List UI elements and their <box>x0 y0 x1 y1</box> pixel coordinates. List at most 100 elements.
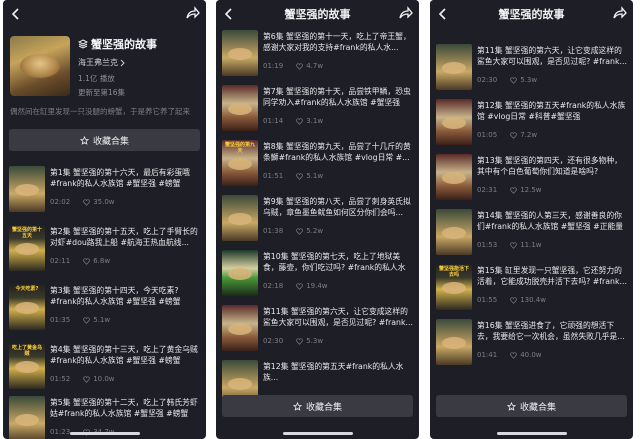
episode-title: 第14集 蟹坚强的人第三天，感谢善良的你们#frank的私人水族馆 #蟹坚强 #… <box>477 211 624 231</box>
author-link[interactable]: 海王弗兰克 <box>78 57 202 68</box>
share-icon[interactable] <box>184 6 200 22</box>
episode-duration: 01:14 <box>263 117 284 125</box>
episode-duration: 02:30 <box>477 76 498 84</box>
star-icon <box>292 401 302 411</box>
episode-meta: 01:14 3.1w <box>263 117 323 125</box>
episode-thumbnail <box>222 30 258 76</box>
episode-thumbnail <box>222 250 258 296</box>
home-indicator <box>69 432 140 435</box>
episode-likes: 40.0w <box>520 351 542 359</box>
episode-title: 第12集 蟹坚强的第五天#frank的私人水族馆 #vlog日常 #科普#蟹坚强 <box>477 101 626 121</box>
episode-item[interactable]: 第11集 蟹坚强的第六天，让它变成这样的鲨鱼大家可以围观，是否见过呢? #fra… <box>216 305 419 358</box>
episode-item[interactable]: 第11集 蟹坚强的第六天，让它变成这样的鲨鱼大家可以围观，是否见过呢? #fra… <box>430 44 633 97</box>
heart-icon <box>510 296 517 304</box>
episode-item[interactable]: 第14集 蟹坚强的人第三天，感谢善良的你们#frank的私人水族馆 #蟹坚强 #… <box>430 209 633 262</box>
episode-duration: 01:55 <box>477 296 498 304</box>
episode-title: 第13集 蟹坚强的第四天，还有很多物种，其中有个白色葡萄你们知道是啥吗? #fr… <box>477 156 622 176</box>
episode-likes: 19.4w <box>306 282 328 290</box>
episode-likes: 10.0w <box>93 375 115 383</box>
screen-episode-list-2: 蟹坚强的故事 第6集 蟹坚强的第十一天，吃上了帝王蟹，感谢大家对我的支持#fra… <box>216 0 419 439</box>
episode-item[interactable]: 第6集 蟹坚强的第十一天，吃上了帝王蟹，感谢大家对我的支持#frank的私人水.… <box>216 30 419 83</box>
back-arrow-icon[interactable] <box>9 7 23 21</box>
back-arrow-icon[interactable] <box>436 7 450 21</box>
episode-meta: 01:53 11.1w <box>477 241 542 249</box>
episode-title: 第3集 蟹坚强的第十四天，今天吃素?#frank的私人水族馆 #蟹坚强 #螃蟹 <box>50 286 181 306</box>
episode-title: 第8集 蟹坚强的第九天，品尝了十几斤的黄条鰤#frank的私人水族馆 #vlog… <box>263 142 411 162</box>
episode-title: 第5集 蟹坚强的第十二天，吃上了韩氏芳虾姑#frank的私人水族馆 #蟹坚强 #… <box>50 398 198 418</box>
episode-likes: 130.4w <box>520 296 546 304</box>
episode-likes: 7.2w <box>520 131 538 139</box>
episode-item[interactable]: 第9集 蟹坚强的第八天，品尝了刺身英氏拟乌贼，章鱼墨鱼鱿鱼如何区分你们会吗...… <box>216 195 419 248</box>
screen-episode-list-3: 蟹坚强的故事 第11集 蟹坚强的第六天，让它变成这样的鲨鱼大家可以围观，是否见过… <box>430 0 633 439</box>
heart-icon <box>296 172 303 180</box>
episode-list: 第11集 蟹坚强的第六天，让它变成这样的鲨鱼大家可以围观，是否见过呢? #fra… <box>430 28 633 439</box>
episode-thumbnail: 蟹坚强的第九天 <box>222 140 258 186</box>
share-icon[interactable] <box>611 6 627 22</box>
episode-thumbnail <box>436 154 472 200</box>
heart-icon <box>510 76 517 84</box>
episode-meta: 02:30 5.3w <box>477 76 537 84</box>
episode-item[interactable]: 第16集 蟹坚强进食了，它顽强的想活下去，我要给它一次机会，虽然失败几乎是...… <box>430 319 633 372</box>
collect-button[interactable]: 收藏合集 <box>9 129 200 151</box>
episode-likes: 6.8w <box>93 257 111 265</box>
episode-meta: 01:05 7.2w <box>477 131 537 139</box>
nav-title: 蟹坚强的故事 <box>498 8 565 21</box>
episode-duration: 02:31 <box>477 186 498 194</box>
episode-duration: 01:19 <box>263 62 284 70</box>
author-name: 海王弗兰克 <box>78 58 118 67</box>
collection-title: 蟹坚强的故事 <box>91 38 157 51</box>
episode-duration: 02:30 <box>263 337 284 345</box>
episode-duration: 01:41 <box>477 351 498 359</box>
share-icon[interactable] <box>397 6 413 22</box>
episode-likes: 11.1w <box>520 241 542 249</box>
episode-item[interactable]: 蟹坚强能活下去吗 第15集 缸里发现一只蟹坚强，它还努力的活着，它能成功脱壳并活下… <box>430 264 633 317</box>
chevron-right-icon <box>120 59 125 66</box>
heart-icon <box>83 198 90 206</box>
episode-likes: 5.3w <box>520 76 538 84</box>
episode-meta: 01:19 4.7w <box>263 62 323 70</box>
collection-content: 蟹坚强的故事 海王弗兰克 1.1亿 播放 更新至第16集 偶然间在缸里发现一只没… <box>3 28 206 439</box>
episode-item[interactable]: 第13集 蟹坚强的第四天，还有很多物种，其中有个白色葡萄你们知道是啥吗? #fr… <box>430 154 633 207</box>
collect-button-label: 收藏合集 <box>92 136 129 147</box>
episode-duration: 01:53 <box>477 241 498 249</box>
star-icon <box>79 135 89 145</box>
episode-title: 第15集 缸里发现一只蟹坚强，它还努力的活着，它能成功脱壳并活下去吗? #fra… <box>477 266 627 286</box>
episode-title: 第12集 蟹坚强的第五天#frank的私人水族... <box>263 362 404 382</box>
episode-thumbnail <box>222 195 258 241</box>
episode-meta: 01:52 10.0w <box>50 375 115 383</box>
heart-icon <box>296 117 303 125</box>
episode-likes: 5.1w <box>93 316 111 324</box>
episode-meta: 02:11 6.8w <box>50 257 110 265</box>
collect-button[interactable]: 收藏合集 <box>436 395 627 417</box>
episode-likes: 5.1w <box>306 172 324 180</box>
episode-title: 第11集 蟹坚强的第六天，让它变成这样的鲨鱼大家可以围观，是否见过呢? #fra… <box>263 307 413 327</box>
episode-thumbnail <box>436 99 472 145</box>
back-arrow-icon[interactable] <box>222 7 236 21</box>
nav-bar: 蟹坚强的故事 <box>430 0 633 28</box>
episode-item[interactable]: 蟹坚强的第十五天 第2集 蟹坚强的第十五天，吃上了手臂长的对虾#dou路我上船 … <box>3 225 206 278</box>
episode-duration: 01:05 <box>477 131 498 139</box>
episode-duration: 01:51 <box>263 172 284 180</box>
collection-cover-image <box>10 36 70 96</box>
collect-button[interactable]: 收藏合集 <box>222 395 413 417</box>
episode-item[interactable]: 第1集 蟹坚强的第十六天，最后有彩蛋哦#frank的私人水族馆 #蟹坚强 #螃蟹… <box>3 166 206 219</box>
episode-likes: 4.7w <box>306 62 324 70</box>
home-indicator <box>496 432 567 435</box>
episode-item[interactable]: 第12集 蟹坚强的第五天#frank的私人水族馆 #vlog日常 #科普#蟹坚强… <box>430 99 633 152</box>
episode-duration: 01:52 <box>50 375 71 383</box>
episode-item[interactable]: 蟹坚强的第九天 第8集 蟹坚强的第九天，品尝了十几斤的黄条鰤#frank的私人水族… <box>216 140 419 193</box>
episode-item[interactable]: 第10集 蟹坚强的第七天，吃上了地狱美食，藤壶，你们吃过吗? #frank的私人… <box>216 250 419 303</box>
update-status: 更新至第16集 <box>78 88 126 97</box>
episode-item[interactable]: 今天吃素? 第3集 蟹坚强的第十四天，今天吃素?#frank的私人水族馆 #蟹坚… <box>3 284 206 337</box>
episode-title: 第9集 蟹坚强的第八天，品尝了刺身英氏拟乌贼，章鱼墨鱼鱿鱼如何区分你们会吗... <box>263 197 411 217</box>
episode-thumbnail: 吃上了黄金乌贼 <box>9 343 45 389</box>
heart-icon <box>83 257 90 265</box>
episode-title: 第10集 蟹坚强的第七天，吃上了地狱美食，藤壶，你们吃过吗? #frank的私人… <box>263 252 406 272</box>
episode-list: 第6集 蟹坚强的第十一天，吃上了帝王蟹，感谢大家对我的支持#frank的私人水.… <box>216 28 419 439</box>
episode-item[interactable]: 第7集 蟹坚强的第十天，品尝铁甲鳞，恐虫同学劝入#frank的私人水族馆 #蟹坚… <box>216 85 419 138</box>
home-indicator <box>282 432 353 435</box>
episode-item[interactable]: 吃上了黄金乌贼 第4集 蟹坚强的第十三天，吃上了黄金乌贼#frank的私人水族馆… <box>3 343 206 396</box>
episode-title: 第1集 蟹坚强的第十六天，最后有彩蛋哦#frank的私人水族馆 #蟹坚强 #螃蟹 <box>50 168 190 188</box>
episode-title: 第7集 蟹坚强的第十天，品尝铁甲鳞，恐虫同学劝入#frank的私人水族馆 #蟹坚… <box>263 87 411 107</box>
episode-thumbnail <box>222 85 258 131</box>
